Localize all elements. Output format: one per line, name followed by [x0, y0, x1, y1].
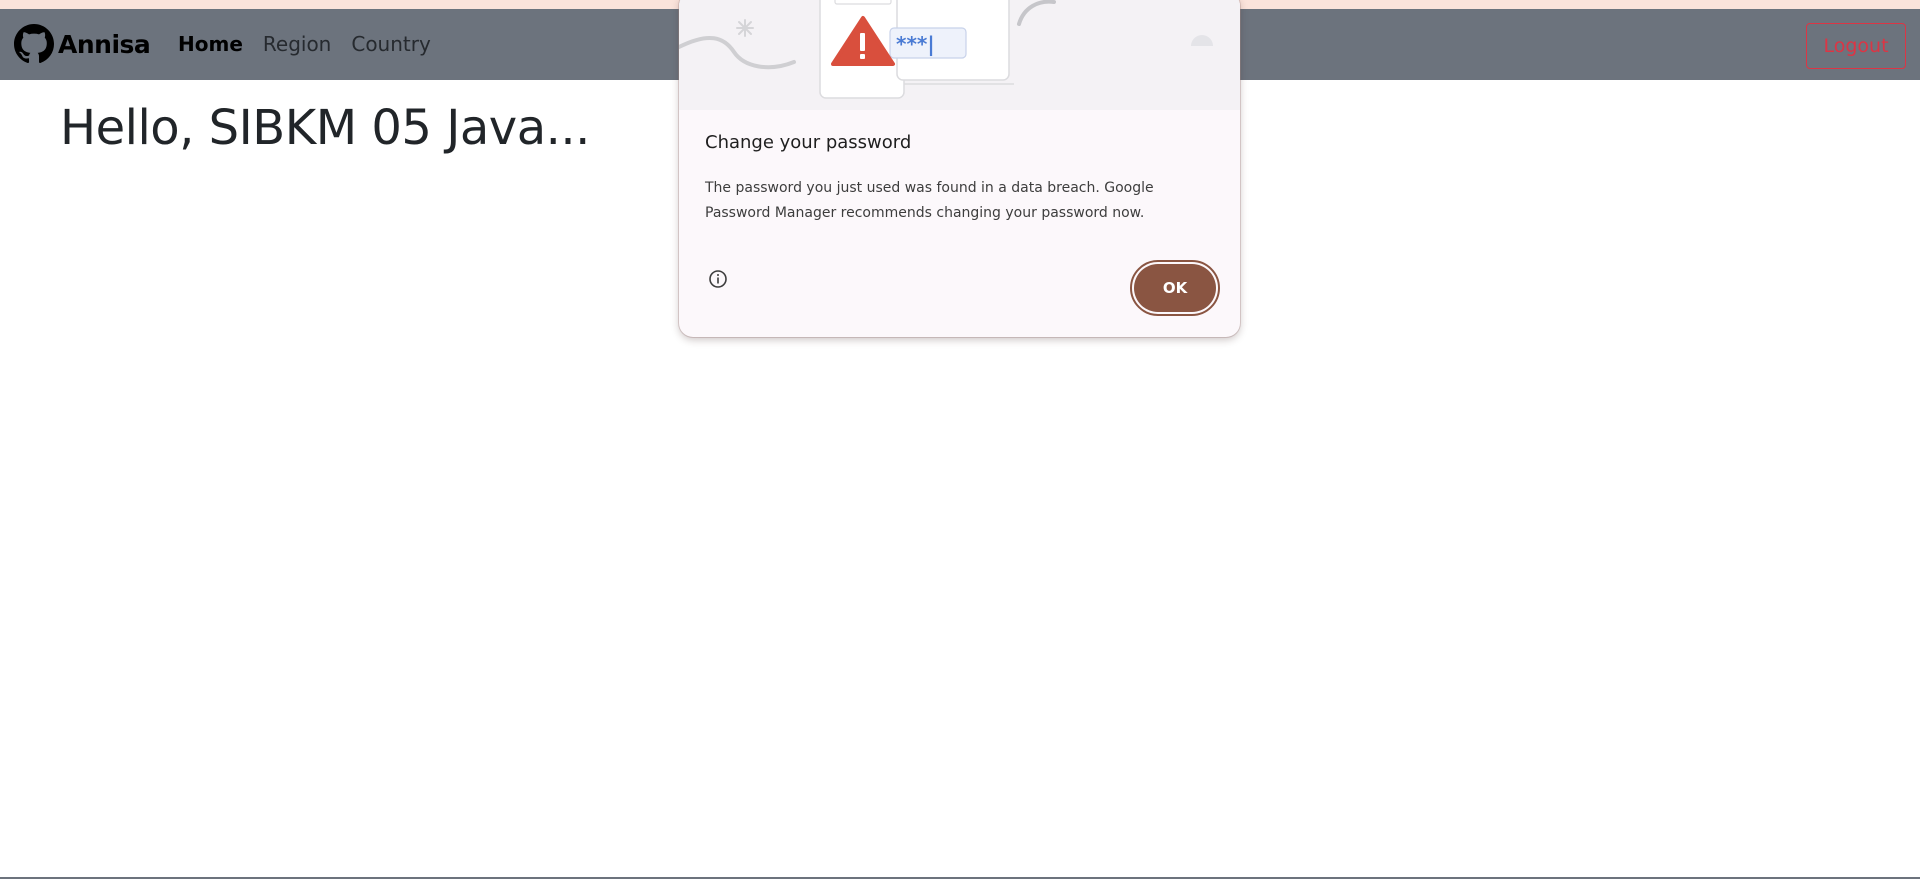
- ok-button-focus-ring[interactable]: OK: [1130, 260, 1220, 316]
- password-breach-dialog: ***| Change your password The password y…: [679, 0, 1240, 337]
- nav-link-region[interactable]: Region: [263, 32, 331, 56]
- masked-password-text: ***|: [896, 32, 935, 56]
- nav-link-country[interactable]: Country: [351, 32, 430, 56]
- dialog-message: The password you just used was found in …: [705, 180, 1154, 221]
- logout-button[interactable]: Logout: [1806, 23, 1906, 69]
- page-heading: Hello, SIBKM 05 Java...: [60, 100, 590, 156]
- nav-links: Home Region Country: [178, 32, 431, 56]
- github-icon: [14, 24, 54, 64]
- dialog-title: Change your password: [705, 132, 912, 153]
- info-icon[interactable]: [707, 268, 729, 290]
- dialog-illustration: ***|: [679, 0, 1240, 110]
- ok-button[interactable]: OK: [1134, 264, 1216, 312]
- brand-name: Annisa: [58, 29, 151, 59]
- brand-link[interactable]: Annisa: [14, 24, 151, 64]
- nav-link-home[interactable]: Home: [178, 32, 243, 56]
- breach-illustration: ***|: [679, 0, 1213, 99]
